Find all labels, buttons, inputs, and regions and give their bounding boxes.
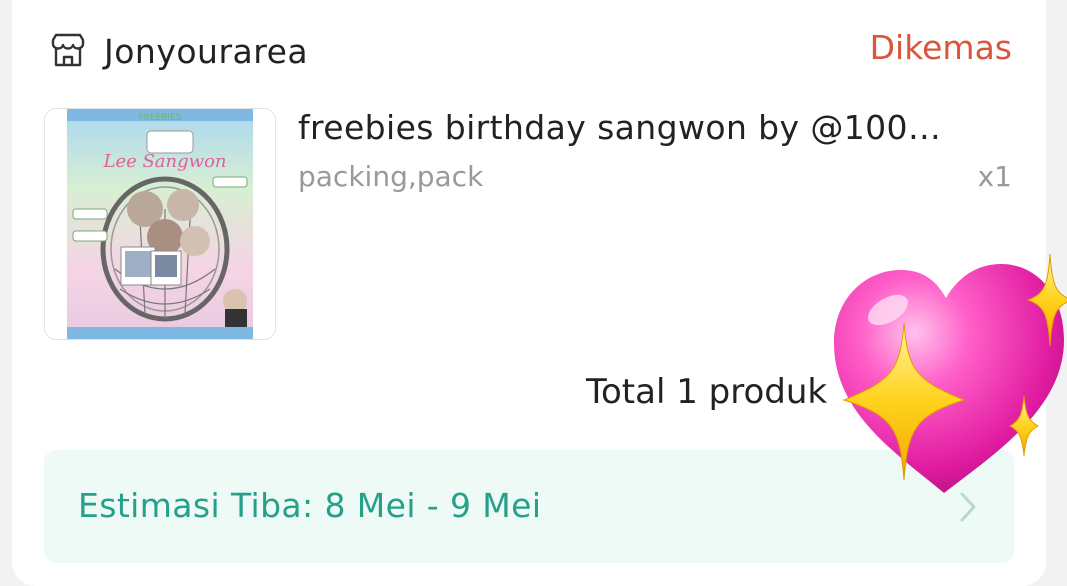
store-icon <box>51 33 85 67</box>
svg-text:Lee Sangwon: Lee Sangwon <box>103 151 227 172</box>
shop-header[interactable]: Jonyourarea <box>48 26 308 76</box>
svg-text:FREEBIES: FREEBIES <box>138 113 181 123</box>
sparkling-heart-icon <box>834 253 1067 493</box>
product-variant: packing,pack <box>298 160 484 193</box>
shop-name[interactable]: Jonyourarea <box>104 32 308 71</box>
product-image: FREEBIES Lee Sangwon <box>67 109 253 339</box>
product-quantity: x1 <box>977 160 1012 193</box>
product-thumbnail[interactable]: FREEBIES Lee Sangwon <box>44 108 276 340</box>
total-products: Total 1 produk <box>586 372 828 412</box>
order-status: Dikemas <box>869 28 1012 67</box>
eta-label: Estimasi Tiba: 8 Mei - 9 Mei <box>78 486 542 525</box>
product-title[interactable]: freebies birthday sangwon by @100… <box>298 108 1014 147</box>
